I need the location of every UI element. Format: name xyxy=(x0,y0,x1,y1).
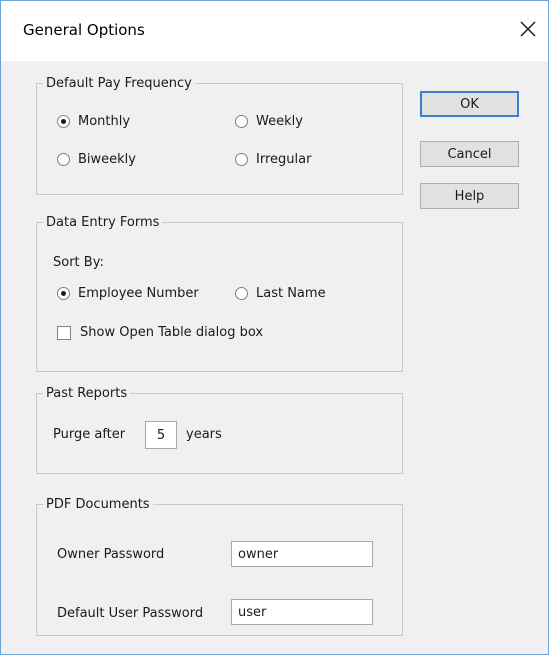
radio-weekly-label: Weekly xyxy=(256,114,303,129)
radio-employee-number-indicator xyxy=(57,287,70,300)
past-reports-group: Past Reports Purge after years xyxy=(36,386,403,474)
radio-last-name[interactable]: Last Name xyxy=(235,286,326,301)
purge-years-input[interactable] xyxy=(145,421,177,449)
radio-last-name-label: Last Name xyxy=(256,286,326,301)
help-button[interactable]: Help xyxy=(420,183,519,209)
show-open-table-checkbox[interactable]: Show Open Table dialog box xyxy=(57,325,263,340)
radio-monthly-label: Monthly xyxy=(78,114,131,129)
close-button[interactable] xyxy=(514,15,542,43)
radio-biweekly-indicator xyxy=(57,153,70,166)
radio-biweekly-label: Biweekly xyxy=(78,152,136,167)
title-bar: General Options xyxy=(1,1,548,61)
radio-last-name-indicator xyxy=(235,287,248,300)
years-label: years xyxy=(186,427,222,442)
radio-irregular-indicator xyxy=(235,153,248,166)
pay-frequency-legend: Default Pay Frequency xyxy=(46,76,192,91)
radio-biweekly[interactable]: Biweekly xyxy=(57,152,136,167)
close-icon xyxy=(520,21,536,37)
radio-employee-number[interactable]: Employee Number xyxy=(57,286,199,301)
data-entry-forms-legend: Data Entry Forms xyxy=(46,215,160,230)
pdf-documents-group: PDF Documents Owner Password Default Use… xyxy=(36,497,403,636)
dialog-body: Default Pay Frequency Monthly Weekly Biw… xyxy=(1,61,548,654)
dialog-title: General Options xyxy=(23,21,145,39)
radio-monthly-indicator xyxy=(57,115,70,128)
radio-irregular-label: Irregular xyxy=(256,152,312,167)
purge-after-label: Purge after xyxy=(53,427,126,442)
pdf-documents-legend: PDF Documents xyxy=(46,497,150,512)
data-entry-forms-group: Data Entry Forms Sort By: Employee Numbe… xyxy=(36,215,403,372)
show-open-table-checkbox-box xyxy=(57,325,71,340)
radio-weekly-indicator xyxy=(235,115,248,128)
show-open-table-label: Show Open Table dialog box xyxy=(80,325,264,340)
general-options-dialog: General Options Default Pay Frequency Mo… xyxy=(0,0,549,655)
sort-by-label: Sort By: xyxy=(53,255,104,270)
pay-frequency-group: Default Pay Frequency Monthly Weekly Biw… xyxy=(36,76,403,195)
past-reports-legend: Past Reports xyxy=(46,386,128,401)
radio-employee-number-label: Employee Number xyxy=(78,286,199,301)
radio-monthly[interactable]: Monthly xyxy=(57,114,130,129)
radio-irregular[interactable]: Irregular xyxy=(235,152,311,167)
default-user-password-input[interactable] xyxy=(231,599,373,625)
ok-button[interactable]: OK xyxy=(420,91,519,117)
radio-weekly[interactable]: Weekly xyxy=(235,114,303,129)
owner-password-label: Owner Password xyxy=(57,547,165,562)
cancel-button[interactable]: Cancel xyxy=(420,141,519,167)
default-user-password-label: Default User Password xyxy=(57,606,204,621)
owner-password-input[interactable] xyxy=(231,541,373,567)
